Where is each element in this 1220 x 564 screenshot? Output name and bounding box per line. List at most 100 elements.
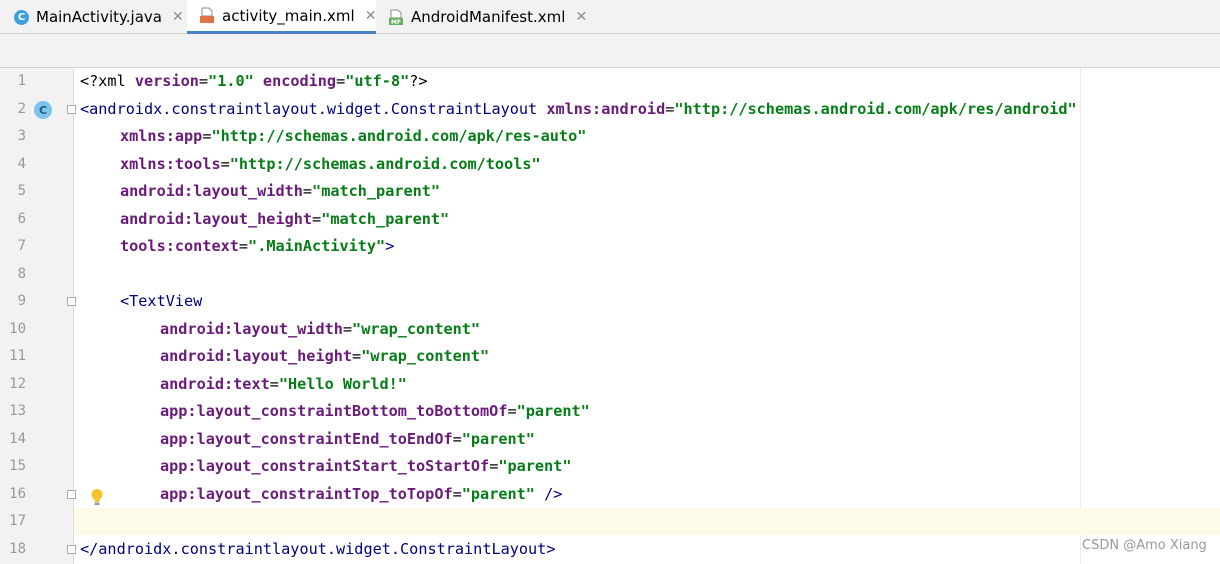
code-line-14[interactable]: app:layout_constraintEnd_toEndOf="parent…	[160, 426, 535, 453]
code-line-6[interactable]: android:layout_height="match_parent"	[120, 206, 449, 233]
xml-ns: app:	[160, 485, 197, 503]
close-icon[interactable]: ✕	[172, 9, 184, 25]
xml-ns: android:	[160, 320, 234, 338]
line-number: 6	[17, 211, 26, 227]
tab-label: MainActivity.java	[36, 8, 162, 26]
line-number: 14	[9, 431, 26, 447]
code-line-16[interactable]: app:layout_constraintTop_toTopOf="parent…	[160, 481, 562, 508]
code-line-3[interactable]: xmlns:app="http://schemas.android.com/ap…	[120, 123, 586, 150]
xml-attr: app	[174, 127, 203, 145]
xml-ns: app:	[160, 402, 197, 420]
xml-ns: xmlns:	[120, 155, 175, 173]
code-line-5[interactable]: android:layout_width="match_parent"	[120, 178, 440, 205]
xml-value: "wrap_content"	[352, 320, 481, 338]
equals: =	[336, 72, 346, 90]
xml-ns: app:	[160, 430, 197, 448]
editor-tab-bar: C MainActivity.java ✕ activity_main.xml …	[0, 0, 1220, 34]
xml-value: "Hello World!"	[278, 375, 407, 393]
manifest-badge-text: MF	[391, 19, 401, 26]
tab-mainactivity-java[interactable]: C MainActivity.java ✕	[14, 0, 186, 34]
xml-file-icon	[199, 7, 215, 24]
xml-attr: android	[601, 100, 666, 118]
xml-tag: </androidx.constraintlayout.widget.Const…	[80, 540, 556, 558]
code-line-1[interactable]: <?xml version="1.0" encoding="utf-8"?>	[80, 68, 428, 95]
code-line-18[interactable]: </androidx.constraintlayout.widget.Const…	[80, 536, 555, 563]
right-margin-guide	[1080, 68, 1081, 564]
xml-value: "1.0"	[208, 72, 254, 90]
equals: =	[352, 347, 362, 365]
tab-label: activity_main.xml	[222, 6, 355, 25]
equals: =	[302, 182, 313, 200]
line-number: 7	[17, 238, 26, 254]
xml-tag: <androidx.constraintlayout.widget.Constr…	[80, 100, 547, 118]
xml-attr: layout_height	[193, 210, 313, 228]
code-line-4[interactable]: xmlns:tools="http://schemas.android.com/…	[120, 151, 541, 178]
xml-value: "http://schemas.android.com/apk/res-auto…	[211, 127, 587, 145]
equals: =	[665, 100, 675, 118]
equals: =	[452, 430, 462, 448]
line-number: 13	[9, 403, 26, 419]
tab-androidmanifest-xml[interactable]: MF AndroidManifest.xml ✕	[388, 0, 588, 34]
xml-ns: android:	[160, 347, 234, 365]
code-line-12[interactable]: android:text="Hello World!"	[160, 371, 407, 398]
code-line-15[interactable]: app:layout_constraintStart_toStartOf="pa…	[160, 453, 572, 480]
code-line-11[interactable]: android:layout_height="wrap_content"	[160, 343, 489, 370]
equals: =	[452, 485, 462, 503]
xml-attr: layout_height	[233, 347, 353, 365]
line-number: 4	[17, 156, 26, 172]
fold-toggle-icon[interactable]	[67, 105, 76, 114]
line-number: 11	[9, 348, 26, 364]
line-number: 9	[17, 293, 26, 309]
xml-tag-close: />	[534, 485, 563, 503]
xml-value: "match_parent"	[312, 182, 441, 200]
xml-attr: layout_width	[233, 320, 343, 338]
editor-breadcrumb-bar	[0, 34, 1220, 68]
xml-tag-close: >	[385, 237, 395, 255]
xml-attr: layout_constraintStart_toStartOf	[196, 457, 490, 475]
xml-ns: android:	[120, 182, 194, 200]
tab-label: AndroidManifest.xml	[411, 8, 566, 26]
xml-value: "utf-8"	[345, 72, 410, 90]
line-number: 5	[17, 183, 26, 199]
java-class-icon: C	[14, 9, 29, 25]
class-reference-icon[interactable]: C	[34, 101, 52, 119]
line-number: 12	[9, 376, 26, 392]
code-line-7[interactable]: tools:context=".MainActivity">	[120, 233, 394, 260]
xml-attr: version	[134, 72, 199, 90]
fold-toggle-icon[interactable]	[67, 297, 76, 306]
line-number: 8	[17, 266, 26, 282]
line-number: 18	[9, 541, 26, 557]
equals: =	[312, 210, 322, 228]
xml-value: "parent"	[461, 430, 535, 448]
xml-attr: layout_constraintTop_toTopOf	[196, 485, 453, 503]
xml-value: "http://schemas.android.com/apk/res/andr…	[674, 100, 1077, 118]
lightbulb-icon[interactable]	[90, 488, 104, 506]
watermark: CSDN @Amo Xiang	[1082, 538, 1207, 553]
line-number: 2	[17, 101, 26, 117]
tab-activity-main-xml[interactable]: activity_main.xml ✕	[187, 0, 376, 34]
code-line-9[interactable]: <TextView	[120, 288, 202, 315]
xml-attr: tools	[174, 155, 221, 173]
xml-ns: tools:	[120, 237, 175, 255]
equals: =	[220, 155, 230, 173]
equals: =	[269, 375, 279, 393]
xml-value: "match_parent"	[321, 210, 450, 228]
equals: =	[507, 402, 517, 420]
current-line-highlight	[74, 508, 1220, 535]
close-icon[interactable]: ✕	[575, 9, 587, 25]
fold-toggle-icon[interactable]	[67, 490, 76, 499]
xml-value: "parent"	[516, 402, 590, 420]
line-number: 1	[17, 73, 26, 89]
xml-attr: text	[233, 375, 270, 393]
xml-ns: app:	[160, 457, 197, 475]
xml-attr: context	[174, 237, 239, 255]
close-icon[interactable]: ✕	[365, 8, 377, 24]
xml-ns: xmlns:	[546, 100, 602, 118]
xml-value: "parent"	[498, 457, 572, 475]
code-line-10[interactable]: android:layout_width="wrap_content"	[160, 316, 480, 343]
fold-toggle-icon[interactable]	[67, 545, 76, 554]
line-number: 10	[9, 321, 26, 337]
code-line-2[interactable]: <androidx.constraintlayout.widget.Constr…	[80, 96, 1077, 123]
equals: =	[342, 320, 353, 338]
code-line-13[interactable]: app:layout_constraintBottom_toBottomOf="…	[160, 398, 590, 425]
